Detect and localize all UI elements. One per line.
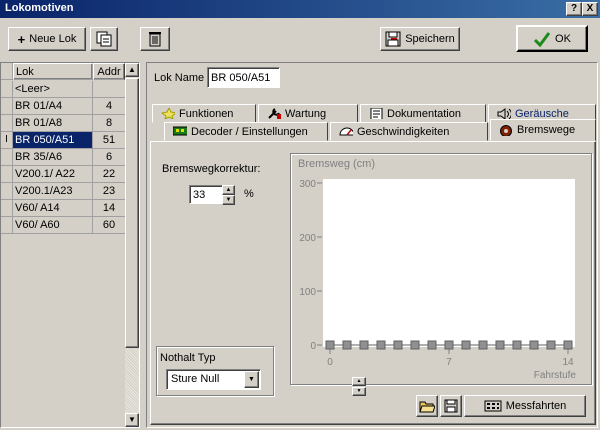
ok-button[interactable]: OK (516, 25, 588, 52)
chart-plot-area (323, 179, 575, 347)
column-header-lok[interactable]: Lok (13, 63, 93, 80)
speaker-icon (497, 108, 511, 119)
y-tick-label: 300 (299, 179, 316, 190)
spin-up-icon[interactable]: ▲ (222, 185, 235, 195)
chart-spin-down-icon[interactable]: ▼ (352, 387, 366, 396)
save-chart-button[interactable] (440, 395, 462, 417)
chevron-down-icon[interactable]: ▼ (244, 371, 259, 388)
data-point[interactable] (478, 340, 488, 350)
data-point[interactable] (512, 340, 522, 350)
scrollbar-thumb[interactable] (125, 78, 139, 348)
chart-title: Bremsweg (cm) (298, 158, 375, 170)
row-indicator: I (1, 132, 13, 149)
list-item[interactable]: V60/ A60 60 (1, 217, 125, 234)
new-lok-button[interactable]: + Neue Lok (8, 27, 86, 51)
new-lok-label: Neue Lok (29, 33, 77, 45)
chart-series (325, 340, 573, 350)
copy-button[interactable] (90, 27, 118, 51)
tab-bremswege[interactable]: Bremswege (490, 119, 596, 141)
brake-icon (500, 124, 512, 136)
nothalt-selected-value: Sture Null (171, 373, 220, 385)
open-button[interactable] (416, 395, 438, 417)
x-tick-label: 0 (327, 357, 333, 368)
speedometer-icon (339, 127, 353, 136)
save-icon (385, 31, 401, 47)
data-point[interactable] (427, 340, 437, 350)
bremsweg-korrektur-input[interactable] (189, 185, 223, 204)
spin-down-icon[interactable]: ▼ (222, 195, 235, 205)
percent-unit: % (244, 188, 254, 200)
data-point[interactable] (410, 340, 420, 350)
tab-dokumentation[interactable]: Dokumentation (360, 104, 486, 123)
copy-icon (96, 31, 112, 47)
tab-wartung[interactable]: Wartung (258, 104, 358, 123)
y-tick-label: 0 (310, 341, 316, 352)
lok-name-input[interactable] (207, 67, 280, 88)
messfahrten-button[interactable]: Messfahrten (464, 395, 586, 417)
ok-label: OK (555, 32, 571, 45)
x-tick-label: 14 (562, 357, 574, 368)
scroll-up-icon[interactable]: ▲ (125, 63, 139, 77)
bremsweg-chart: Bremsweg (cm) 0 100 200 300 0 7 14 Fahrstufe (298, 158, 577, 381)
nothalt-label: Nothalt Typ (160, 352, 216, 364)
delete-button[interactable] (140, 27, 170, 51)
chart-spin-up-icon[interactable]: ▲ (352, 377, 366, 386)
list-item[interactable]: <Leer> (1, 81, 125, 98)
data-point[interactable] (495, 340, 505, 350)
lok-list[interactable]: Lok Addr <Leer> BR 01/A4 4 BR 01/A8 8 I … (0, 62, 140, 428)
y-tick-label: 200 (299, 233, 316, 244)
data-point[interactable] (546, 340, 556, 350)
data-point[interactable] (376, 340, 386, 350)
x-axis: 0 7 14 (327, 349, 574, 368)
data-point[interactable] (444, 340, 454, 350)
column-header-addr[interactable]: Addr (93, 63, 125, 80)
sparkle-icon (161, 108, 175, 119)
data-point[interactable] (461, 340, 471, 350)
messfahrten-label: Messfahrten (505, 400, 567, 412)
title-bar: Lokomotiven ? X (0, 0, 600, 18)
list-item[interactable]: BR 01/A4 4 (1, 98, 125, 115)
data-point[interactable] (529, 340, 539, 350)
x-tick-label: 7 (446, 357, 452, 368)
calculator-icon (484, 400, 502, 412)
data-point[interactable] (359, 340, 369, 350)
help-button[interactable]: ? (566, 2, 582, 16)
list-scrollbar[interactable]: ▲ ▼ (125, 63, 139, 427)
list-item[interactable]: V60/ A14 14 (1, 200, 125, 217)
list-item[interactable]: V200.1/A23 23 (1, 183, 125, 200)
window-title: Lokomotiven (5, 2, 74, 14)
decoder-icon (173, 126, 187, 136)
data-point[interactable] (325, 340, 335, 350)
folder-open-icon (419, 401, 435, 413)
data-point[interactable] (342, 340, 352, 350)
tab-decoder-einstellungen[interactable]: Decoder / Einstellungen (164, 122, 328, 141)
nothalt-select[interactable]: Sture Null ▼ (166, 369, 261, 390)
tab-funktionen[interactable]: Funktionen (152, 104, 256, 123)
trash-icon (149, 32, 161, 47)
data-point[interactable] (563, 340, 573, 350)
tab-geschwindigkeiten[interactable]: Geschwindigkeiten (330, 122, 488, 141)
list-item[interactable]: BR 35/A6 6 (1, 149, 125, 166)
x-axis-label: Fahrstufe (534, 370, 577, 381)
wrench-icon (268, 108, 281, 119)
checkmark-icon (533, 31, 551, 47)
list-item-selected[interactable]: I BR 050/A51 51 (1, 132, 125, 149)
close-button[interactable]: X (582, 2, 598, 16)
list-header: Lok Addr (1, 63, 125, 80)
plus-icon: + (17, 31, 26, 47)
list-item[interactable]: BR 01/A8 8 (1, 115, 125, 132)
disk-icon (444, 399, 458, 413)
lok-name-label: Lok Name (154, 72, 205, 84)
data-point[interactable] (393, 340, 403, 350)
y-axis: 0 100 200 300 (299, 179, 322, 352)
list-item[interactable]: V200.1/ A22 22 (1, 166, 125, 183)
bremsweg-korrektur-label: Bremswegkorrektur: (162, 163, 261, 175)
save-label: Speichern (405, 33, 455, 45)
document-icon (370, 108, 383, 119)
scroll-down-icon[interactable]: ▼ (125, 413, 139, 427)
save-button[interactable]: Speichern (380, 27, 460, 51)
y-tick-label: 100 (299, 287, 316, 298)
